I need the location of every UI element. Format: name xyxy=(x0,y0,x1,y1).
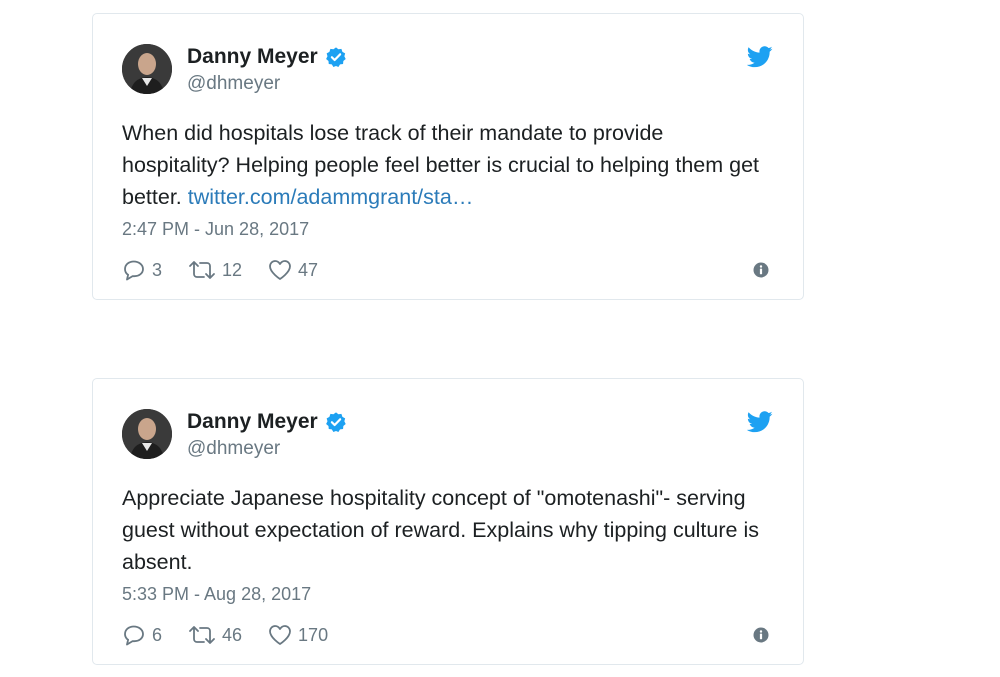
reply-button[interactable]: 6 xyxy=(122,624,162,646)
like-button[interactable]: 170 xyxy=(268,624,328,646)
tweet-text: Appreciate Japanese hospitality concept … xyxy=(122,482,772,578)
tweet-timestamp[interactable]: 5:33 PM - Aug 28, 2017 xyxy=(122,582,311,606)
retweet-button[interactable]: 46 xyxy=(188,624,242,646)
tweet-actions: 3 12 47 xyxy=(122,256,344,284)
retweet-icon xyxy=(189,261,215,279)
author-name[interactable]: Danny Meyer xyxy=(187,409,318,435)
like-button[interactable]: 47 xyxy=(268,259,318,281)
reply-icon xyxy=(124,625,144,646)
author-handle[interactable]: @dhmeyer xyxy=(187,72,280,96)
avatar[interactable] xyxy=(122,44,172,94)
tweet-card[interactable]: Danny Meyer @dhmeyer When did hospitals … xyxy=(92,13,804,300)
tweet-text: When did hospitals lose track of their m… xyxy=(122,117,772,213)
twitter-bird-icon[interactable] xyxy=(746,46,773,68)
info-icon[interactable] xyxy=(753,627,769,643)
author-handle[interactable]: @dhmeyer xyxy=(187,437,280,461)
author-row: Danny Meyer xyxy=(187,44,347,70)
avatar[interactable] xyxy=(122,409,172,459)
author-row: Danny Meyer xyxy=(187,409,347,435)
tweet-timestamp[interactable]: 2:47 PM - Jun 28, 2017 xyxy=(122,217,309,241)
verified-badge-icon xyxy=(325,411,347,433)
twitter-bird-icon[interactable] xyxy=(746,411,773,433)
retweet-count: 12 xyxy=(222,259,243,280)
tweet-link[interactable]: twitter.com/adammgrant/sta… xyxy=(188,185,474,209)
like-count: 47 xyxy=(298,259,319,280)
retweet-icon xyxy=(189,626,215,644)
reply-count: 3 xyxy=(152,259,163,280)
retweet-button[interactable]: 12 xyxy=(188,259,242,281)
heart-icon xyxy=(269,625,291,645)
heart-icon xyxy=(269,260,291,280)
author-name[interactable]: Danny Meyer xyxy=(187,44,318,70)
reply-icon xyxy=(124,260,144,281)
verified-badge-icon xyxy=(325,46,347,68)
info-icon[interactable] xyxy=(753,262,769,278)
tweet-actions: 6 46 170 xyxy=(122,621,354,649)
tweet-card[interactable]: Danny Meyer @dhmeyer Appreciate Japanese… xyxy=(92,378,804,665)
tweet-body: Appreciate Japanese hospitality concept … xyxy=(122,486,759,574)
reply-button[interactable]: 3 xyxy=(122,259,162,281)
retweet-count: 46 xyxy=(222,624,243,645)
like-count: 170 xyxy=(298,624,329,645)
reply-count: 6 xyxy=(152,624,163,645)
